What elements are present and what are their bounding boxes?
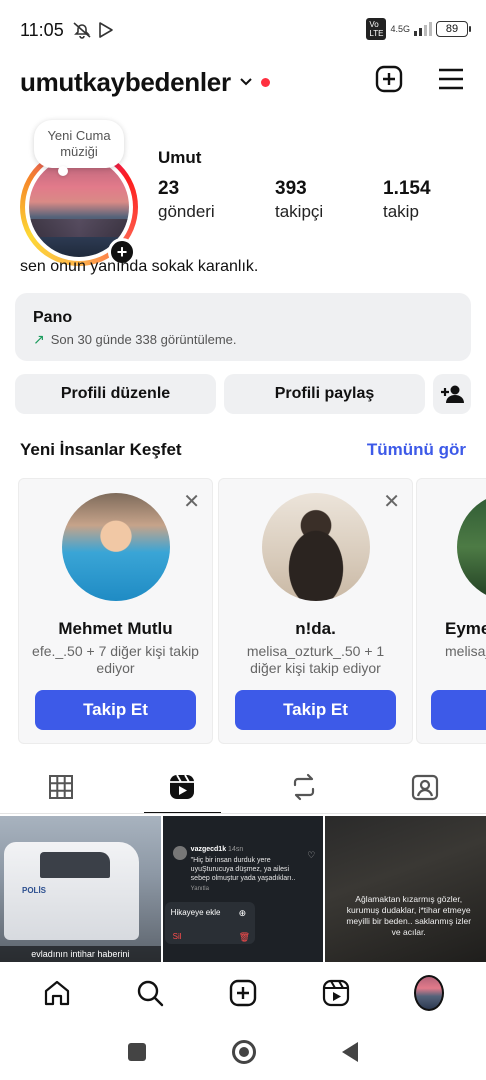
- plus-square-icon: [229, 979, 257, 1007]
- reel-thumbnail[interactable]: Ağlamaktan kızarmış gözler, kurumuş duda…: [325, 816, 486, 962]
- avatar: [262, 493, 370, 601]
- see-all-link[interactable]: Tümünü gör: [367, 440, 466, 460]
- tagged-person-icon: [412, 774, 439, 801]
- suggestion-mutuals: melisa_ diğer k: [445, 643, 486, 659]
- profile-actions: Profili düzenle Profili paylaş: [15, 374, 471, 414]
- home-circle-icon[interactable]: [232, 1040, 256, 1064]
- notification-dot: [260, 77, 270, 87]
- hamburger-icon: [439, 68, 463, 90]
- note-bubble[interactable]: Yeni Cuma müziği: [34, 120, 124, 176]
- back-icon[interactable]: [342, 1042, 358, 1062]
- discover-people-button[interactable]: [433, 374, 471, 414]
- nav-create[interactable]: [228, 978, 258, 1008]
- police-logo-text: POLİS: [22, 886, 47, 895]
- chevron-down-icon[interactable]: [239, 77, 253, 87]
- profile-summary: Yeni Cuma müziği + Umut 23 gönderi 393 t…: [0, 120, 486, 266]
- suggestion-name: Eyme: [445, 619, 486, 638]
- tab-reposts[interactable]: [243, 760, 365, 814]
- avatar: [414, 975, 445, 1011]
- stat-followers[interactable]: 393 takipçi: [275, 178, 323, 222]
- system-navigation: [0, 1024, 486, 1080]
- discover-title: Yeni İnsanlar Keşfet: [20, 440, 182, 459]
- discover-header: Yeni İnsanlar Keşfet Tümünü gör: [20, 440, 466, 460]
- profile-tabs: [0, 760, 486, 814]
- plus-square-icon: [375, 65, 403, 93]
- add-person-icon: [441, 385, 464, 403]
- volte-icon: Vo LTE: [366, 18, 387, 40]
- nav-home[interactable]: [42, 978, 72, 1008]
- profile-bio: sen onun yanında sokak karanlık.: [20, 258, 259, 275]
- repost-icon: [293, 773, 314, 801]
- network-type: 4.5G: [390, 23, 410, 34]
- grid-icon: [48, 775, 73, 799]
- follow-button[interactable]: Takip Et: [35, 690, 196, 730]
- battery-icon: 89: [436, 21, 471, 37]
- display-name: Umut: [158, 148, 202, 167]
- nav-reels[interactable]: [321, 978, 351, 1008]
- mute-icon: [73, 22, 91, 39]
- suggestion-mutuals: melisa_ozturk_.50 + 1 diğer kişi takip e…: [246, 643, 385, 676]
- suggestion-card[interactable]: Eyme melisa_ diğer k T: [416, 478, 486, 744]
- nav-profile[interactable]: [414, 975, 445, 1011]
- tab-posts[interactable]: [0, 760, 122, 814]
- reel-thumbnail[interactable]: POLİS evladının intihar haberini: [0, 816, 161, 962]
- menu-button[interactable]: [436, 64, 466, 94]
- reel-thumbnail[interactable]: vazgecd1k 14sn ♡ "Hiç bir insan durduk y…: [162, 816, 324, 962]
- tab-tagged[interactable]: [365, 760, 486, 814]
- stat-following[interactable]: 1.154 takip: [383, 178, 431, 222]
- nav-search[interactable]: [135, 978, 165, 1008]
- dashboard-title: Pano: [33, 309, 73, 326]
- status-time: 11:05: [20, 19, 64, 40]
- edit-profile-button[interactable]: Profili düzenle: [15, 374, 216, 414]
- close-icon[interactable]: ✕: [383, 489, 400, 514]
- home-icon: [44, 980, 69, 1006]
- bottom-navigation: [0, 964, 486, 1022]
- add-circle-icon: ⊕: [238, 908, 247, 918]
- share-profile-button[interactable]: Profili paylaş: [224, 374, 425, 414]
- tab-reels[interactable]: [122, 760, 244, 814]
- close-icon[interactable]: ✕: [183, 489, 200, 514]
- professional-dashboard[interactable]: Pano ↗ Son 30 günde 338 görüntüleme.: [15, 293, 471, 361]
- recents-icon[interactable]: [128, 1043, 146, 1061]
- suggestion-name: n!da.: [295, 619, 336, 638]
- reels-icon: [170, 774, 195, 799]
- profile-header: umutkaybedenler: [20, 62, 466, 102]
- dashboard-subtitle: Son 30 günde 338 görüntüleme.: [50, 332, 237, 347]
- reels-grid: POLİS evladının intihar haberini vazgecd…: [0, 816, 486, 962]
- suggestion-mutuals: efe._.50 + 7 diğer kişi takip ediyor: [32, 643, 199, 676]
- follow-button[interactable]: T: [431, 690, 486, 730]
- trash-icon: 🗑: [238, 932, 251, 942]
- username-switcher[interactable]: umutkaybedenler: [20, 67, 231, 98]
- suggestion-name: Mehmet Mutlu: [58, 619, 173, 638]
- follow-button[interactable]: Takip Et: [235, 690, 396, 730]
- status-bar: 11:05 Vo LTE 4.5G 89: [0, 0, 486, 60]
- avatar: [172, 846, 187, 860]
- signal-icon: [414, 22, 432, 36]
- play-store-icon: [98, 22, 113, 38]
- divider: [0, 813, 486, 814]
- stat-posts[interactable]: 23 gönderi: [158, 178, 215, 222]
- reels-icon: [323, 979, 350, 1007]
- suggestion-card[interactable]: ✕ Mehmet Mutlu efe._.50 + 7 diğer kişi t…: [18, 478, 213, 744]
- suggested-people-carousel[interactable]: ✕ Mehmet Mutlu efe._.50 + 7 diğer kişi t…: [18, 478, 486, 746]
- battery-level: 89: [445, 23, 459, 35]
- suggestion-card[interactable]: ✕ n!da. melisa_ozturk_.50 + 1 diğer kişi…: [218, 478, 413, 744]
- avatar: [62, 493, 170, 601]
- trend-up-icon: ↗: [33, 331, 45, 347]
- reel-caption: evladının intihar haberini: [0, 946, 161, 962]
- create-button[interactable]: [374, 64, 404, 94]
- search-icon: [137, 980, 163, 1007]
- avatar: [457, 493, 486, 601]
